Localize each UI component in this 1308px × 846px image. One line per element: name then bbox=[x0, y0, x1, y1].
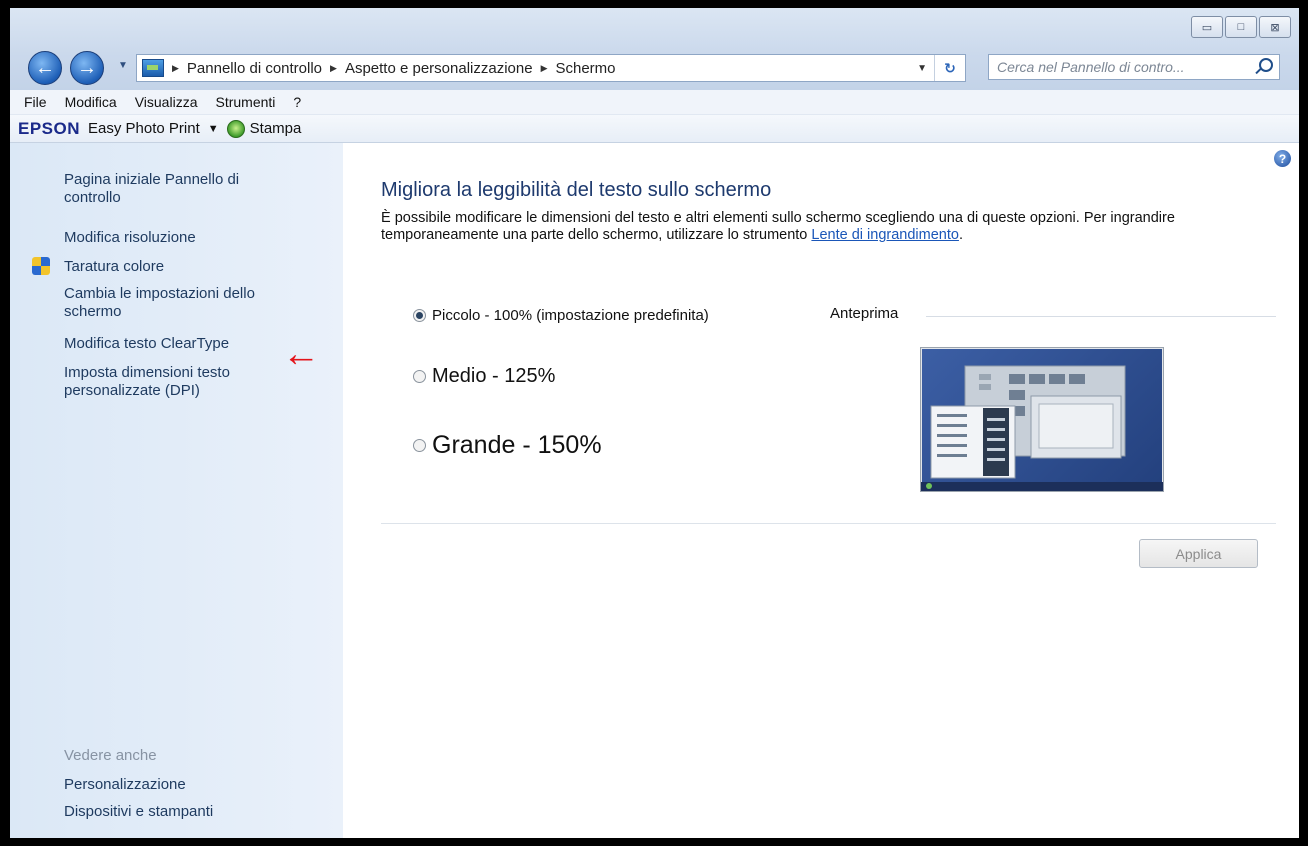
close-button[interactable]: ⊠ bbox=[1259, 16, 1291, 38]
title-bar: ▭ □ ⊠ ← → ▼ ▶ Pannello di controllo ▶ As… bbox=[10, 8, 1299, 90]
chevron-right-icon[interactable]: ▶ bbox=[541, 63, 548, 74]
back-button[interactable]: ← bbox=[28, 51, 62, 85]
search-placeholder: Cerca nel Pannello di contro... bbox=[997, 59, 1185, 75]
minimize-button[interactable]: ▭ bbox=[1191, 16, 1223, 38]
forward-icon: → bbox=[77, 56, 97, 79]
maximize-button[interactable]: □ bbox=[1225, 16, 1257, 38]
apply-button[interactable]: Applica bbox=[1139, 539, 1258, 568]
menu-bar: File Modifica Visualizza Strumenti ? bbox=[10, 90, 1299, 115]
radio-medium[interactable] bbox=[413, 370, 426, 383]
forward-button[interactable]: → bbox=[70, 51, 104, 85]
chevron-right-icon[interactable]: ▶ bbox=[172, 63, 179, 74]
option-small[interactable]: Piccolo - 100% (impostazione predefinita… bbox=[413, 307, 709, 324]
preview-image bbox=[920, 347, 1164, 492]
main-content: Migliora la leggibilità del testo sullo … bbox=[343, 143, 1299, 838]
magnifier-link[interactable]: Lente di ingrandimento bbox=[811, 227, 959, 243]
option-medium-label: Medio - 125% bbox=[432, 365, 556, 387]
recent-pages-dropdown[interactable]: ▼ bbox=[118, 60, 128, 71]
epson-app-button[interactable]: Easy Photo Print bbox=[88, 120, 200, 137]
print-button[interactable]: Stampa bbox=[250, 120, 302, 137]
option-medium[interactable]: Medio - 125% bbox=[413, 365, 555, 388]
preview-label: Anteprima bbox=[830, 305, 899, 322]
see-also-title: Vedere anche bbox=[64, 747, 157, 764]
menu-modifica[interactable]: Modifica bbox=[65, 94, 117, 110]
sidebar-link-personalizzazione[interactable]: Personalizzazione bbox=[64, 776, 186, 794]
sidebar-link-cleartype[interactable]: Modifica testo ClearType bbox=[64, 335, 229, 353]
divider bbox=[381, 523, 1276, 524]
sidebar-link-risoluzione[interactable]: Modifica risoluzione bbox=[64, 229, 196, 247]
sidebar-link-impostazioni-schermo[interactable]: Cambia le impostazioni dello schermo bbox=[64, 285, 314, 321]
menu-visualizza[interactable]: Visualizza bbox=[135, 94, 198, 110]
menu-strumenti[interactable]: Strumenti bbox=[215, 94, 275, 110]
address-bar[interactable]: ▶ Pannello di controllo ▶ Aspetto e pers… bbox=[136, 54, 966, 82]
chevron-down-icon[interactable]: ▼ bbox=[208, 123, 219, 135]
address-dropdown-icon[interactable]: ▼ bbox=[917, 63, 927, 74]
sidebar: Pagina iniziale Pannello di controllo Mo… bbox=[10, 143, 343, 838]
caption-buttons: ▭ □ ⊠ bbox=[1189, 16, 1291, 38]
radio-small[interactable] bbox=[413, 309, 426, 322]
print-icon[interactable] bbox=[226, 119, 245, 138]
control-panel-window: ▭ □ ⊠ ← → ▼ ▶ Pannello di controllo ▶ As… bbox=[10, 8, 1299, 838]
description: È possibile modificare le dimensioni del… bbox=[381, 210, 1251, 244]
refresh-icon[interactable]: ↻ bbox=[934, 55, 965, 81]
description-end: . bbox=[958, 227, 963, 243]
epson-logo: EPSON bbox=[18, 118, 81, 138]
description-text: È possibile modificare le dimensioni del… bbox=[381, 210, 1175, 243]
sidebar-link-home[interactable]: Pagina iniziale Pannello di controllo bbox=[64, 171, 294, 207]
sidebar-link-dpi[interactable]: Imposta dimensioni testo personalizzate … bbox=[64, 364, 294, 400]
control-panel-icon bbox=[142, 59, 164, 77]
option-large[interactable]: Grande - 150% bbox=[413, 431, 602, 460]
search-input[interactable]: Cerca nel Pannello di contro... bbox=[988, 54, 1280, 80]
sidebar-link-taratura-colore[interactable]: Taratura colore bbox=[64, 258, 164, 276]
option-large-label: Grande - 150% bbox=[432, 431, 602, 459]
shield-icon bbox=[32, 257, 50, 275]
menu-help[interactable]: ? bbox=[293, 94, 301, 110]
menu-file[interactable]: File bbox=[24, 94, 47, 110]
search-icon[interactable] bbox=[1259, 58, 1273, 72]
radio-large[interactable] bbox=[413, 439, 426, 452]
preview-divider bbox=[926, 316, 1276, 317]
back-icon: ← bbox=[35, 56, 55, 79]
breadcrumb-item[interactable]: Schermo bbox=[555, 60, 615, 77]
breadcrumb-item[interactable]: Pannello di controllo bbox=[187, 60, 322, 77]
preview-illustration bbox=[921, 365, 1163, 491]
chevron-right-icon[interactable]: ▶ bbox=[330, 63, 337, 74]
option-small-label: Piccolo - 100% (impostazione predefinita… bbox=[432, 307, 709, 324]
breadcrumb-item[interactable]: Aspetto e personalizzazione bbox=[345, 60, 533, 77]
epson-toolbar: EPSON Easy Photo Print ▼ Stampa bbox=[10, 115, 1299, 143]
sidebar-link-dispositivi[interactable]: Dispositivi e stampanti bbox=[64, 803, 213, 821]
page-title: Migliora la leggibilità del testo sullo … bbox=[381, 179, 772, 201]
